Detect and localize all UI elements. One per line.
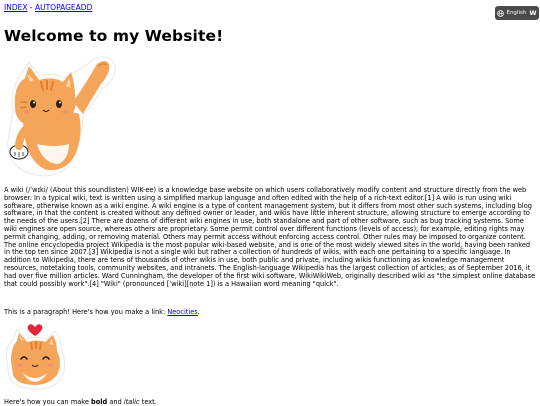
top-nav: INDEX - AUTOPAGEADD bbox=[4, 3, 92, 13]
nav-separator: - bbox=[27, 3, 35, 12]
waving-cat-image bbox=[7, 56, 116, 177]
nav-link-index[interactable]: INDEX bbox=[4, 3, 27, 12]
heart-cat-image bbox=[6, 324, 66, 390]
neocities-link[interactable]: Neocities bbox=[167, 308, 197, 316]
wikipedia-badge: W bbox=[529, 9, 537, 17]
language-label: English bbox=[506, 10, 527, 16]
wiki-paragraph: A wiki (/ˈwɪki/ (About this soundlisten)… bbox=[4, 186, 536, 288]
nav-link-autopageadd[interactable]: AUTOPAGEADD bbox=[35, 3, 92, 12]
globe-icon bbox=[497, 9, 505, 17]
link-paragraph: This is a paragraph! Here's how you make… bbox=[4, 308, 200, 316]
page-title: Welcome to my Website! bbox=[4, 27, 224, 45]
link-paragraph-end: . bbox=[197, 308, 200, 316]
link-paragraph-text: This is a paragraph! Here's how you make… bbox=[4, 308, 168, 316]
language-button[interactable]: English W bbox=[495, 6, 539, 20]
